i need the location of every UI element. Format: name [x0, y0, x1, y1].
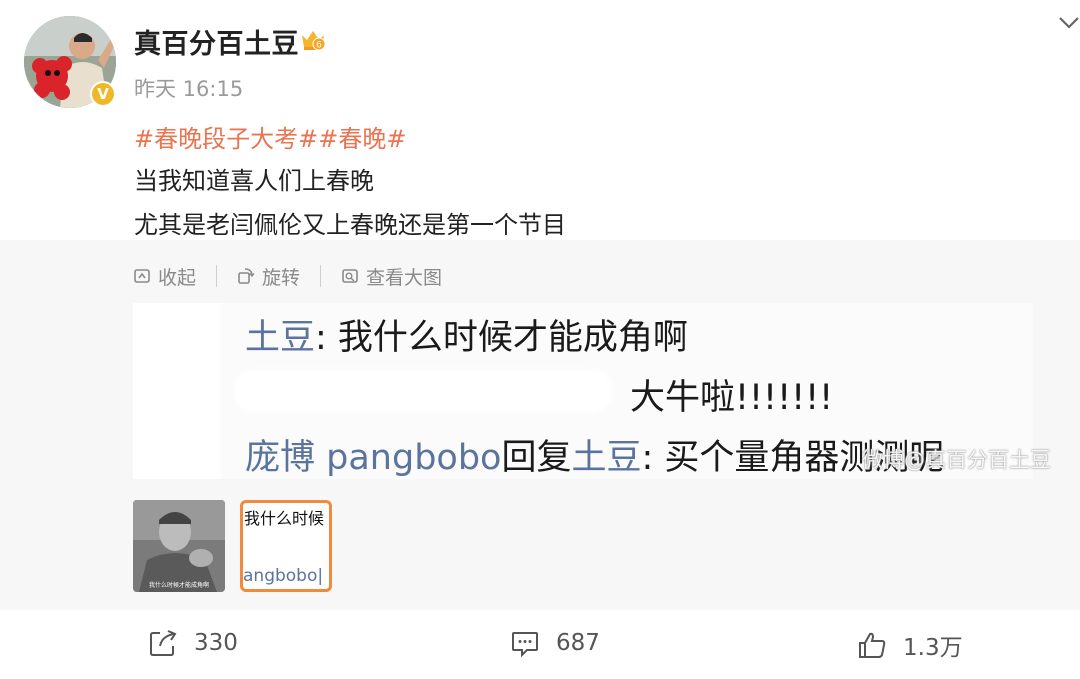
image-comment-line: 庞博 pangbobo回复土豆: 买个量角器测测呢 — [245, 429, 944, 479]
like-button[interactable]: 1.3万 — [857, 628, 963, 662]
view-large-button[interactable]: 查看大图 — [341, 263, 442, 290]
image-reply-label: 回复 — [501, 438, 572, 478]
view-large-label: 查看大图 — [366, 266, 443, 289]
svg-text:6: 6 — [316, 41, 322, 51]
share-button[interactable]: 330 — [148, 628, 238, 658]
chevron-down-icon[interactable] — [1058, 14, 1080, 32]
image-commenter-name: 土豆 — [571, 438, 642, 478]
image-comment-text: : 我什么时候才能成角啊 — [315, 318, 688, 358]
share-count: 330 — [194, 630, 238, 656]
vip-crown-icon: 6 — [302, 31, 326, 51]
image-commenter-name: 土豆 — [245, 318, 316, 358]
collapse-button[interactable]: 收起 — [133, 263, 196, 290]
image-watermark: 微博@真百分百土豆 — [862, 448, 1051, 472]
verified-badge-icon: V — [90, 81, 116, 107]
image-comment-line: 土豆: 我什么时候才能成角啊 — [245, 309, 688, 360]
rotate-icon — [238, 268, 255, 284]
comment-icon — [512, 632, 538, 658]
collapse-icon — [134, 269, 150, 283]
view-large-icon — [342, 269, 358, 283]
post-timestamp: 昨天 16:15 — [134, 77, 244, 101]
image-commenter-name: 庞博 pangbobo — [245, 438, 502, 478]
weibo-post: V 真百分百土豆 6 昨天 16:15 #春晚段子大考##春晚# 当我知道喜人们… — [0, 0, 1080, 679]
username[interactable]: 真百分百土豆 — [134, 22, 299, 61]
image-thumbnail[interactable]: 我什么时候才能成角啊 — [133, 500, 225, 592]
image-thumbnail-selected[interactable]: 我什么时候 angbobo| — [240, 500, 332, 592]
collapse-label: 收起 — [158, 266, 197, 289]
hashtag-links[interactable]: #春晚段子大考##春晚# — [134, 119, 406, 154]
toolbar-divider — [320, 265, 322, 287]
blurred-region — [233, 369, 613, 413]
media-toolbar: 收起 旋转 查看大图 — [133, 262, 442, 290]
like-count: 1.3万 — [903, 635, 963, 661]
comment-button[interactable]: 687 — [510, 628, 600, 658]
share-icon — [150, 630, 177, 656]
comment-count: 687 — [556, 630, 600, 656]
rotate-button[interactable]: 旋转 — [237, 263, 300, 290]
image-comment-line: 大牛啦!!!!!!! — [630, 378, 834, 418]
rotate-label: 旋转 — [262, 266, 301, 289]
toolbar-divider — [216, 265, 218, 287]
thumbnail-photo — [133, 500, 225, 592]
thumbnail-caption: 我什么时候才能成角啊 — [148, 582, 209, 589]
post-text-line: 当我知道喜人们上春晚 — [134, 167, 374, 195]
post-text-line: 尤其是老闫佩伦又上春晚还是第一个节目 — [134, 211, 566, 239]
thumbs-up-icon — [859, 632, 886, 658]
thumbnail-text: angbobo| — [243, 566, 324, 586]
thumbnail-text: 我什么时候 — [244, 509, 325, 528]
